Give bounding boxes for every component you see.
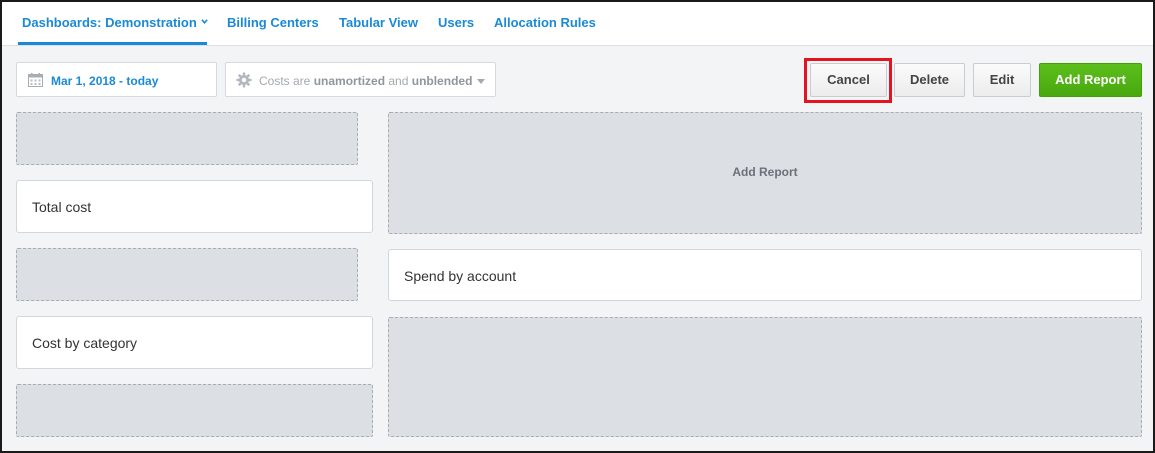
add-report-button[interactable]: Add Report [1039, 63, 1142, 97]
report-card-total-cost[interactable]: Total cost [16, 180, 373, 233]
drop-zone-placeholder[interactable] [16, 248, 358, 301]
delete-button[interactable]: Delete [894, 63, 965, 97]
report-card-title: Spend by account [404, 268, 517, 284]
caret-down-icon [477, 79, 485, 84]
drop-zone-placeholder[interactable] [16, 384, 373, 437]
date-range-picker[interactable]: Mar 1, 2018 - today [16, 62, 217, 97]
cancel-highlight-box [804, 58, 892, 103]
date-range-text: Mar 1, 2018 - today [51, 74, 159, 88]
nav-allocation-rules[interactable]: Allocation Rules [494, 15, 596, 30]
chevron-down-icon [201, 19, 208, 25]
nav-dashboards-label: Dashboards: Demonstration [22, 15, 197, 30]
drop-zone-placeholder[interactable] [16, 112, 358, 165]
nav-users[interactable]: Users [438, 15, 474, 30]
edit-button[interactable]: Edit [973, 63, 1031, 97]
add-report-drop-label: Add Report [732, 165, 798, 179]
report-card-cost-by-category[interactable]: Cost by category [16, 316, 373, 369]
report-card-title: Total cost [32, 199, 92, 215]
gear-icon [236, 72, 252, 88]
report-card-title: Cost by category [32, 335, 138, 351]
add-report-drop-zone[interactable]: Add Report [388, 112, 1142, 234]
drop-zone-placeholder[interactable] [388, 317, 1142, 437]
dashboard-window: Dashboards: Demonstration Billing Center… [0, 0, 1155, 453]
cost-mode-text: Costs are unamortized and unblended [259, 74, 473, 88]
nav-billing-centers[interactable]: Billing Centers [227, 15, 319, 30]
cost-mode-dropdown[interactable]: Costs are unamortized and unblended [225, 62, 496, 97]
report-card-spend-by-account[interactable]: Spend by account [388, 249, 1142, 301]
nav-dashboards[interactable]: Dashboards: Demonstration [22, 15, 208, 30]
top-nav: Dashboards: Demonstration Billing Center… [2, 2, 1153, 46]
active-tab-indicator [18, 42, 207, 45]
calendar-icon [28, 73, 43, 87]
nav-tabular-view[interactable]: Tabular View [339, 15, 418, 30]
